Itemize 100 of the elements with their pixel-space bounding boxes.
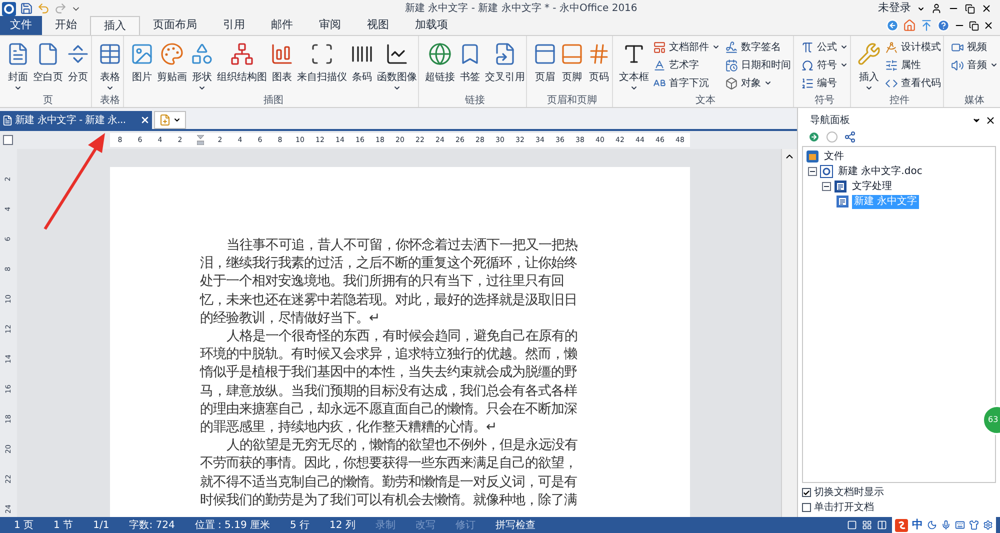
ribbon-button[interactable]: 艺术字 [651,56,722,74]
ribbon-button[interactable]: 首字下沉 [651,74,722,92]
input-method-logo[interactable] [895,518,908,532]
close-icon[interactable] [981,3,992,14]
status-item: 1/1 [92,518,110,532]
ribbon-button[interactable]: 页眉 [532,38,558,94]
caret-icon [14,84,22,92]
ribbon-button[interactable]: 封面 [5,38,31,94]
shirt-icon[interactable] [969,520,979,530]
ribbon-button[interactable]: 插入 [856,38,882,94]
ribbon-button[interactable]: 条码 [349,38,375,94]
ribbon-button[interactable]: 音频 [949,56,1000,74]
ribbon-button[interactable]: 组织结构图 [216,38,268,94]
tree-item[interactable]: 新建 永中文字.doc [836,164,924,178]
print-view-icon[interactable] [847,520,857,530]
design-mode-icon [885,40,898,54]
close-icon[interactable] [140,115,150,125]
keyboard-icon[interactable] [955,520,965,530]
ribbon-button[interactable]: 书签 [457,38,483,94]
ribbon-button[interactable]: 形状 [189,38,215,94]
forward-icon[interactable] [808,131,820,143]
properties-icon [885,58,898,72]
header-icon [533,42,557,66]
ribbon-button[interactable]: 表格 [97,38,123,94]
home-icon[interactable] [903,19,916,32]
code-icon [885,76,898,90]
numbering-icon [801,76,814,90]
checkbox[interactable] [802,503,811,512]
ribbon-button[interactable]: 页脚 [559,38,585,94]
caret-icon [393,84,401,92]
settings-icon[interactable] [983,520,993,530]
image-icon [130,42,154,66]
ribbon-button[interactable]: 剪贴画 [156,38,188,94]
restore-icon[interactable] [969,20,979,30]
user-icon[interactable] [931,3,942,14]
file-tab[interactable]: 文件 [0,16,42,35]
collapse-toggle[interactable] [822,182,831,191]
indent-marker[interactable] [196,135,204,145]
vertical-scrollbar[interactable] [781,149,797,517]
cover-page-icon [6,42,30,66]
group-label: 表格 [99,94,121,107]
web-view-icon[interactable] [877,520,887,530]
checkbox[interactable] [802,488,811,497]
restore-icon[interactable] [965,4,975,14]
share-icon[interactable] [844,131,856,143]
body-paragraph: 当往事不可追，昔人不可留，你怀念着过去洒下一把又一把热泪，继续我行我素的过活，之后不断的重复这个死循环，让你始终处于一个相对安逸境地。我们所拥有的只有当下，过往里只有回忆，未来也还在迷雾中若隐若现。对此，最好的选择就是汲取旧日的经验教训，尽情做好当下。↵ [200,237,579,328]
ribbon-button[interactable]: 属性 [883,56,943,74]
ribbon-tab[interactable]: 视图 [354,16,402,35]
ribbon-tab[interactable]: 邮件 [258,16,306,35]
save-icon[interactable] [20,2,33,15]
ribbon-tab[interactable]: 页面布局 [140,16,210,35]
ribbon-button[interactable]: 对象 [723,74,793,92]
ribbon-button[interactable]: 图片 [129,38,155,94]
grid-view-icon[interactable] [862,520,872,530]
ribbon-button[interactable]: 空白页 [32,38,64,94]
ribbon-tab[interactable]: 加载项 [402,16,461,35]
ribbon-tab[interactable]: 开始 [42,16,90,35]
ribbon-button[interactable]: 分页 [65,38,91,94]
word-art-icon [653,58,666,72]
footer-icon [560,42,584,66]
close-icon[interactable] [983,20,994,31]
group-label: 页 [42,94,54,107]
ribbon-button[interactable]: 设计模式 [883,38,943,56]
tree-item[interactable]: 文字处理 [850,180,894,194]
ribbon-button[interactable]: 超链接 [424,38,456,94]
account-menu[interactable]: 未登录 [878,0,911,17]
document-tab[interactable]: 新建 永中文字 - 新建 永... [0,111,152,129]
ribbon-button[interactable]: 交叉引用 [484,38,526,94]
ribbon-button[interactable]: 页码 [586,38,612,94]
status-item: 12 列 [328,518,356,532]
tree-item[interactable]: 文件 [822,150,846,164]
back-icon[interactable] [886,19,899,32]
upload-icon[interactable] [920,19,933,32]
ribbon-button[interactable]: 查看代码 [883,74,943,92]
ribbon-button[interactable]: 图表 [269,38,295,94]
ribbon-button[interactable]: 视频 [949,38,1000,56]
ribbon-button[interactable]: 公式 [799,38,850,56]
ribbon-button[interactable]: 文档部件 [651,38,722,56]
collapse-toggle[interactable] [808,167,817,176]
ribbon-button[interactable]: 文本框 [618,38,650,94]
option-label: 单击打开文档 [814,500,874,515]
help-icon[interactable] [937,19,950,32]
ribbon-tab[interactable]: 插入 [90,16,140,35]
tab-stop-selector[interactable] [3,135,13,145]
moon-icon[interactable] [927,520,937,530]
close-icon[interactable] [985,114,996,126]
input-mode[interactable]: 中 [912,516,923,533]
org-chart-icon [230,42,254,66]
ribbon-button[interactable]: 来自扫描仪 [296,38,348,94]
microphone-icon[interactable] [941,520,951,530]
ribbon-button[interactable]: 函数图像 [376,38,418,94]
ribbon-tab[interactable]: 引用 [210,16,258,35]
ribbon-button[interactable]: 日期和时间 [723,56,793,74]
app-logo[interactable] [2,2,16,16]
ribbon-button[interactable]: 编号 [799,74,850,92]
folder-icon [806,150,819,163]
ribbon-button[interactable]: 数字签名 [723,38,793,56]
body-paragraph: 人格是一个很奇怪的东西，有时候会趋同，避免自己在原有的环境的中脱轨。有时候又会求异，追求特立独行的优越。然而，懒惰似乎是植根于我们基因中的本性，当失去约束就会成为脱缰的野马，肆意放纵。当我们预期的目标没有达成，我们总会有各式各样的理由来搪塞自己，却永远不愿直面自己的懒惰。只会在不断加深的罪恶感里，持续地内疚，化作整天糟糟的心情。↵ [200,328,579,438]
ribbon-button[interactable]: 符号 [799,56,850,74]
ribbon-tab[interactable]: 审阅 [306,16,354,35]
